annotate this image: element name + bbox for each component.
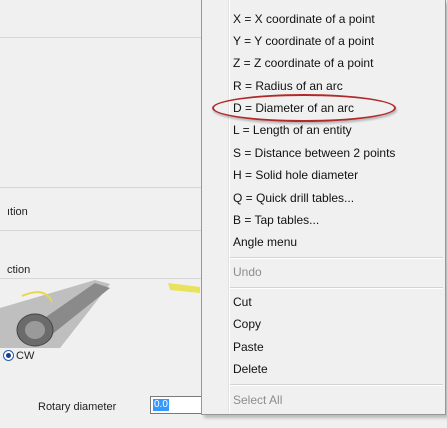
- menu-item-distance-points[interactable]: S = Distance between 2 points: [202, 143, 445, 165]
- menu-item-solid-hole-diameter[interactable]: H = Solid hole diameter: [202, 165, 445, 187]
- menu-separator: [230, 257, 443, 259]
- menu-item-label: Angle menu: [233, 235, 298, 249]
- menu-item-label: S = Distance between 2 points: [233, 146, 396, 160]
- menu-item-label: Paste: [233, 340, 264, 354]
- separator: [0, 37, 205, 38]
- tool-preview-image: [0, 280, 200, 348]
- menu-item-label: Select All: [233, 393, 283, 407]
- menu-item-y-coordinate[interactable]: Y = Y coordinate of a point: [202, 31, 445, 53]
- menu-item-label: Delete: [233, 362, 268, 376]
- menu-item-angle-menu[interactable]: Angle menu: [202, 232, 445, 254]
- rotary-diameter-input[interactable]: 0.0: [150, 396, 204, 414]
- menu-item-label: Q = Quick drill tables...: [233, 191, 355, 205]
- menu-item-label: Cut: [233, 295, 252, 309]
- menu-item-tap-tables[interactable]: B = Tap tables...: [202, 210, 445, 232]
- menu-item-x-coordinate[interactable]: X = X coordinate of a point: [202, 9, 445, 31]
- menu-separator: [230, 287, 443, 289]
- cw-label: CW: [16, 350, 35, 362]
- menu-item-label: Y = Y coordinate of a point: [233, 34, 375, 48]
- menu-item-label: H = Solid hole diameter: [233, 168, 359, 182]
- menu-item-label: Z = Z coordinate of a point: [233, 56, 374, 70]
- menu-item-cut[interactable]: Cut: [202, 292, 445, 314]
- context-menu: X = X coordinate of a point Y = Y coordi…: [201, 0, 446, 415]
- highlight-annotation-oval: [212, 94, 396, 122]
- menu-item-label: X = X coordinate of a point: [233, 12, 375, 26]
- separator: [0, 187, 205, 188]
- menu-item-copy[interactable]: Copy: [202, 314, 445, 336]
- menu-item-label: B = Tap tables...: [233, 213, 320, 227]
- menu-item-paste[interactable]: Paste: [202, 337, 445, 359]
- menu-item-label: L = Length of an entity: [233, 123, 352, 137]
- direction-label: ction: [7, 264, 31, 276]
- rotary-diameter-label: Rotary diameter: [38, 401, 117, 413]
- menu-item-undo[interactable]: Undo: [202, 262, 445, 284]
- menu-item-delete[interactable]: Delete: [202, 359, 445, 381]
- menu-item-length-entity[interactable]: L = Length of an entity: [202, 120, 445, 142]
- menu-item-z-coordinate[interactable]: Z = Z coordinate of a point: [202, 53, 445, 75]
- option-label: ıtion: [7, 206, 28, 218]
- menu-item-quick-drill-tables[interactable]: Q = Quick drill tables...: [202, 188, 445, 210]
- menu-item-label: Undo: [233, 265, 262, 279]
- menu-item-select-all[interactable]: Select All: [202, 390, 445, 412]
- separator: [0, 230, 205, 231]
- menu-item-label: Copy: [233, 317, 262, 331]
- cw-radio[interactable]: [3, 350, 14, 361]
- menu-separator: [230, 384, 443, 386]
- menu-item-label: R = Radius of an arc: [233, 79, 343, 93]
- rotary-diameter-value: 0.0: [153, 399, 169, 411]
